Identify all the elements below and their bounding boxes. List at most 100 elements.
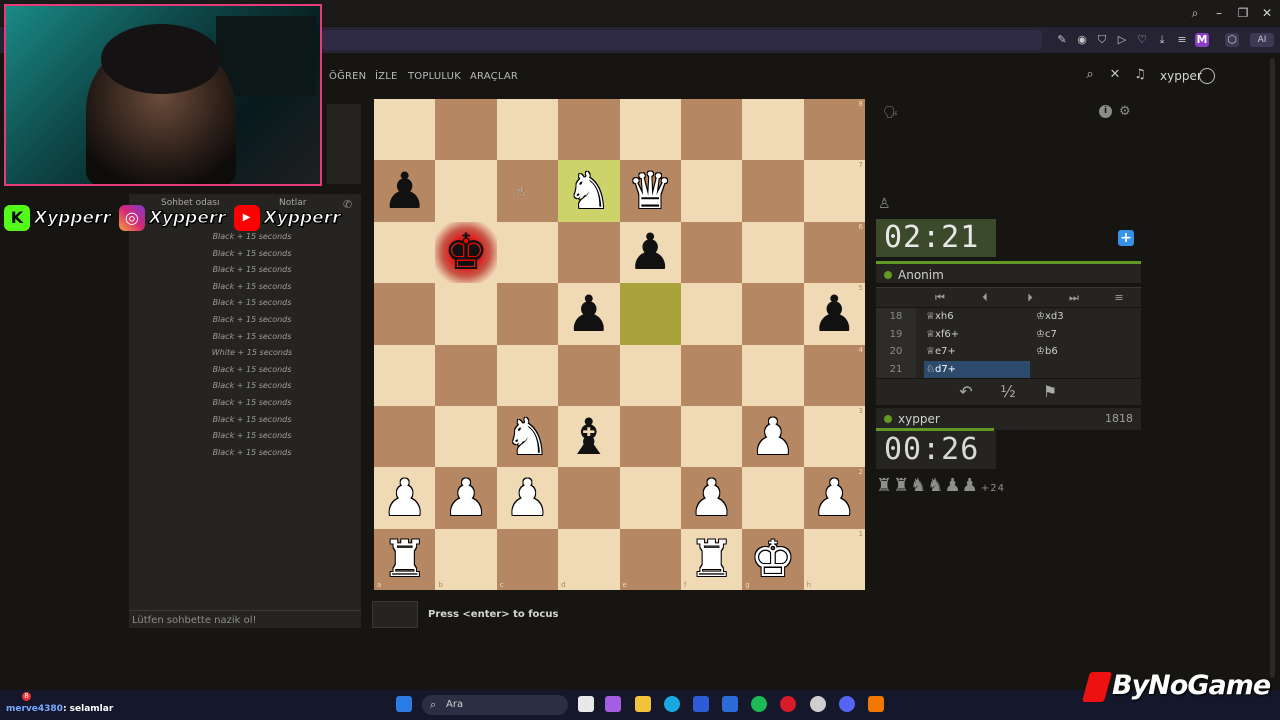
square-e3[interactable] [619, 405, 681, 468]
edit-icon[interactable]: ✎ [1055, 33, 1069, 47]
square-g2[interactable] [742, 467, 804, 529]
hamburger-icon[interactable]: ≡ [1112, 291, 1126, 305]
chess-board[interactable]: 8 ♟ ♞ ♛ 7 ♚ ♟ 6 ♟ ♟ 5 4 ♞ ♝ ♟ 3 ♟ ♟ ♟ ♟ ♟ 2 ♜ a b c d e ♜ f ♚ g 1 h [374, 99, 865, 590]
last-move-icon[interactable]: ⏭ [1067, 291, 1081, 305]
discord-icon[interactable] [839, 696, 855, 712]
nav-tools[interactable]: ARAÇLAR [470, 71, 518, 82]
square-c3[interactable]: ♞ [496, 405, 559, 468]
white-move[interactable]: ♕xh6 [924, 308, 1030, 326]
square-b6[interactable]: ♚ [435, 221, 497, 284]
square-d1[interactable]: d [558, 528, 620, 590]
white-pawn-icon[interactable]: ♟ [444, 473, 489, 523]
square-h6[interactable]: 6 [803, 221, 865, 284]
square-d8[interactable] [558, 99, 620, 161]
square-g3[interactable]: ♟ [742, 405, 804, 468]
windows-start-icon[interactable] [396, 696, 412, 712]
resign-flag-icon[interactable]: ⚑ [1040, 382, 1060, 402]
square-d2[interactable] [558, 467, 620, 529]
square-f3[interactable] [680, 405, 743, 468]
prev-move-icon[interactable]: ⏴ [978, 291, 992, 305]
draw-offer-icon[interactable]: ½ [998, 382, 1018, 402]
white-rook-icon[interactable]: ♜ [689, 534, 734, 584]
opera-icon[interactable] [780, 696, 796, 712]
square-e8[interactable] [619, 99, 681, 161]
white-queen-icon[interactable]: ♛ [628, 166, 673, 216]
phone-icon[interactable]: ✆ [343, 198, 355, 211]
square-a6[interactable] [374, 221, 436, 284]
page-scrollbar[interactable] [1270, 58, 1275, 678]
black-pawn-icon[interactable]: ♟ [628, 227, 673, 277]
square-e5[interactable] [619, 283, 681, 345]
download-icon[interactable]: ⤓ [1155, 33, 1169, 47]
move-input[interactable] [372, 601, 418, 628]
info-icon[interactable]: i [1099, 105, 1112, 118]
obs-icon[interactable] [810, 696, 826, 712]
white-move[interactable]: ♕e7+ [924, 343, 1030, 361]
add-time-button[interactable]: + [1118, 230, 1134, 246]
camera-icon[interactable]: ◉ [1075, 33, 1089, 47]
square-g1[interactable]: ♚ g [742, 528, 804, 590]
black-king-icon[interactable]: ♚ [444, 227, 489, 277]
white-pawn-icon[interactable]: ♟ [812, 473, 857, 523]
square-g6[interactable] [742, 221, 804, 284]
square-b7[interactable] [435, 160, 497, 222]
cube-icon[interactable]: ⬡ [1225, 33, 1239, 47]
white-king-icon[interactable]: ♚ [751, 534, 796, 584]
square-b5[interactable] [435, 283, 497, 345]
app-icon[interactable] [868, 696, 884, 712]
square-a7[interactable]: ♟ [374, 160, 436, 222]
white-knight-icon[interactable]: ♞ [505, 412, 550, 462]
white-move[interactable]: ♕xf6+ [924, 326, 1030, 344]
square-e7[interactable]: ♛ [619, 160, 681, 222]
square-c2[interactable]: ♟ [496, 467, 559, 529]
black-bishop-icon[interactable]: ♝ [566, 412, 611, 462]
black-move[interactable]: ♔c7 [1036, 326, 1057, 344]
shield-icon[interactable]: ⛉ [1095, 33, 1109, 47]
square-b1[interactable]: b [435, 528, 497, 590]
task-view-icon[interactable] [578, 696, 594, 712]
square-h7[interactable]: 7 [803, 160, 865, 222]
opponent-name[interactable]: Anonim [898, 268, 944, 282]
square-a4[interactable] [374, 344, 436, 406]
square-a1[interactable]: ♜ a [374, 528, 436, 590]
square-f4[interactable] [680, 344, 743, 406]
swords-icon[interactable]: ✕ [1108, 68, 1122, 82]
white-pawn-icon[interactable]: ♟ [505, 473, 550, 523]
nav-watch[interactable]: İZLE [375, 71, 398, 82]
black-pawn-icon[interactable]: ♟ [382, 166, 427, 216]
taskbar-search[interactable]: ⌕ Ara [422, 695, 568, 715]
square-h1[interactable]: 1h [803, 528, 865, 590]
square-h4[interactable]: 4 [803, 344, 865, 406]
square-d3[interactable]: ♝ [558, 405, 620, 468]
player-name[interactable]: xypper [898, 412, 940, 426]
edge-icon[interactable] [664, 696, 680, 712]
square-h8[interactable]: 8 [803, 99, 865, 161]
square-e1[interactable]: e [619, 528, 681, 590]
first-move-icon[interactable]: ⏮ [933, 291, 947, 305]
square-f1[interactable]: ♜ f [680, 528, 743, 590]
next-move-icon[interactable]: ⏵ [1023, 291, 1037, 305]
square-h5[interactable]: ♟ 5 [803, 283, 865, 345]
voice-icon[interactable]: 🗣 [883, 105, 901, 119]
square-a3[interactable] [374, 405, 436, 468]
square-e6[interactable]: ♟ [619, 221, 681, 284]
black-move[interactable]: ♔xd3 [1036, 308, 1064, 326]
close-icon[interactable]: ✕ [1259, 5, 1275, 21]
square-d5[interactable]: ♟ [558, 283, 620, 345]
square-b4[interactable] [435, 344, 497, 406]
square-d7[interactable]: ♞ [558, 160, 620, 222]
minimize-icon[interactable]: – [1211, 5, 1227, 21]
username[interactable]: xypper [1160, 69, 1202, 83]
nav-community[interactable]: TOPLULUK [408, 71, 461, 82]
square-e2[interactable] [619, 467, 681, 529]
nav-learn[interactable]: ÖĞREN [329, 71, 366, 82]
chat-input[interactable]: Lütfen sohbette nazik ol! [129, 610, 361, 628]
square-h3[interactable]: 3 [803, 405, 865, 468]
square-a8[interactable] [374, 99, 436, 161]
black-move[interactable]: ♔b6 [1036, 343, 1058, 361]
bell-icon[interactable]: ♫ [1133, 68, 1147, 82]
white-pawn-icon[interactable]: ♟ [382, 473, 427, 523]
square-b8[interactable] [435, 99, 497, 161]
app-icon[interactable] [605, 696, 621, 712]
white-move[interactable]: ♘d7+ [924, 360, 1030, 378]
